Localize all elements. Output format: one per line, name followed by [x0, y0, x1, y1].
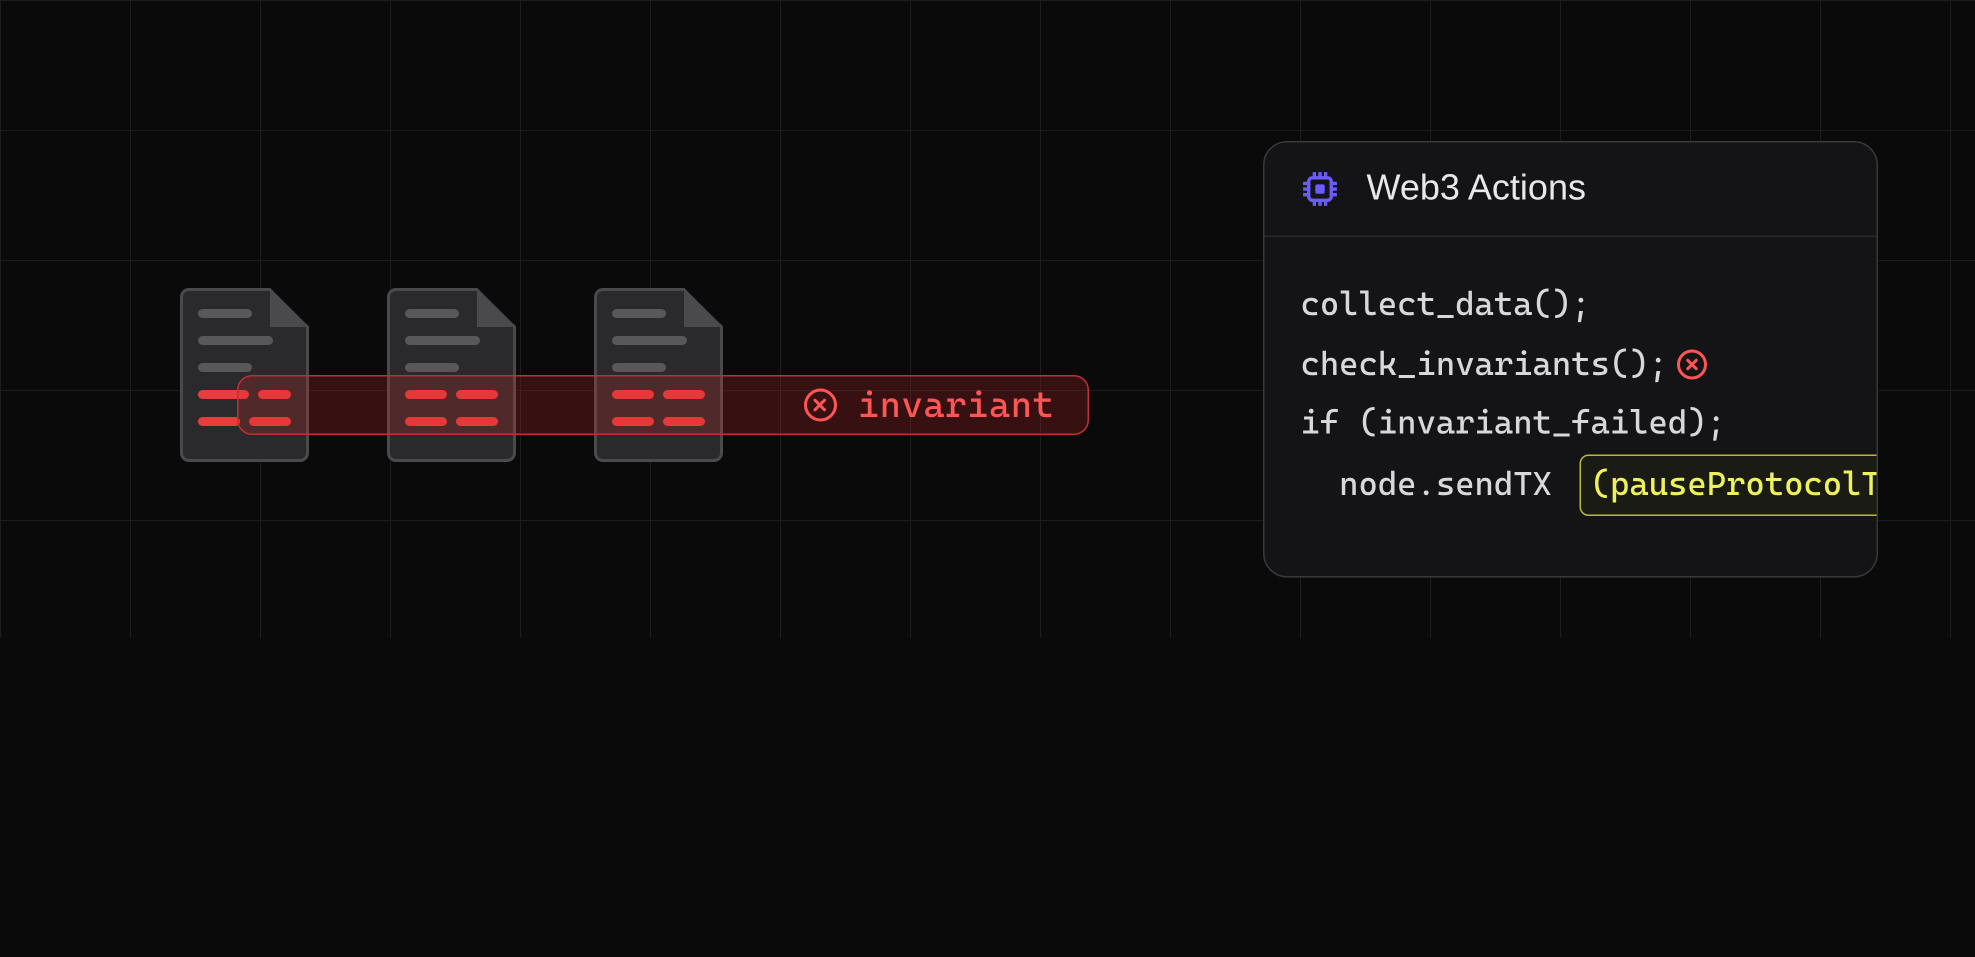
code-line: node.sendTX (pauseProtocolTx);	[1301, 454, 1841, 516]
panel-code-body: collect_data(); check_invariants(); if (…	[1265, 237, 1877, 577]
cpu-chip-icon	[1298, 167, 1343, 212]
error-x-icon	[804, 389, 837, 422]
code-text: collect_data();	[1301, 276, 1591, 335]
panel-header: Web3 Actions	[1265, 143, 1877, 238]
panel-title: Web3 Actions	[1367, 168, 1586, 210]
code-text: check_invariants();	[1301, 335, 1668, 394]
invariant-label: invariant	[858, 384, 1055, 426]
code-line: collect_data();	[1301, 276, 1841, 335]
code-text: node.sendTX	[1301, 456, 1572, 515]
error-x-icon	[1677, 350, 1707, 380]
code-line: check_invariants();	[1301, 335, 1841, 394]
web3-actions-panel: Web3 Actions collect_data(); check_invar…	[1263, 141, 1878, 578]
highlighted-code: (pauseProtocolTx)	[1580, 454, 1878, 516]
diagram-content: invariant Web3 Actions collect_data(); c…	[0, 0, 1975, 957]
code-line: if (invariant_failed);	[1301, 395, 1841, 454]
invariant-error-bar: invariant	[237, 375, 1089, 435]
code-text: if (invariant_failed);	[1301, 395, 1726, 454]
